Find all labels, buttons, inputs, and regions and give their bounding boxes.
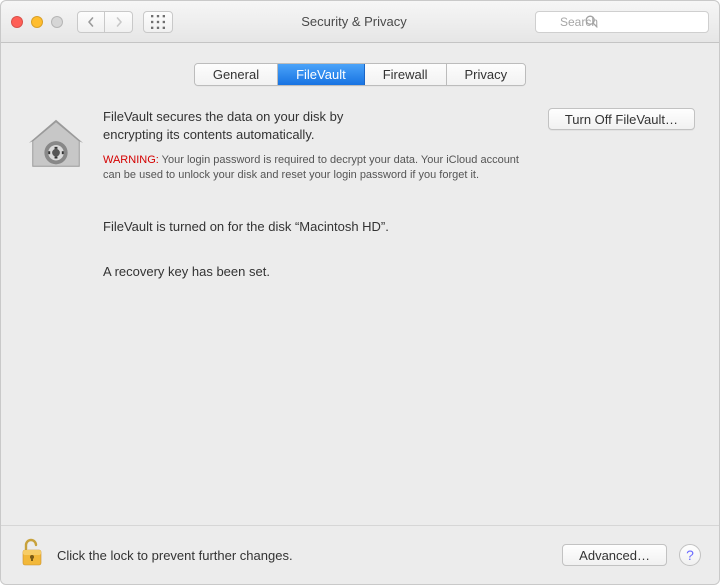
- close-window-button[interactable]: [11, 16, 23, 28]
- filevault-header-row: FileVault secures the data on your disk …: [25, 108, 695, 183]
- description-line1: FileVault secures the data on your disk …: [103, 109, 343, 124]
- window-controls: [11, 16, 63, 28]
- window-title: Security & Privacy: [183, 14, 525, 29]
- lock-icon[interactable]: [19, 538, 45, 573]
- tab-firewall[interactable]: Firewall: [365, 64, 447, 85]
- back-button[interactable]: [77, 11, 105, 33]
- tab-group: General FileVault Firewall Privacy: [194, 63, 526, 86]
- tab-privacy[interactable]: Privacy: [447, 64, 526, 85]
- tab-general[interactable]: General: [195, 64, 278, 85]
- preferences-window: Security & Privacy General FileVault Fir…: [0, 0, 720, 585]
- minimize-window-button[interactable]: [31, 16, 43, 28]
- advanced-button[interactable]: Advanced…: [562, 544, 667, 566]
- tab-filevault[interactable]: FileVault: [278, 64, 365, 85]
- status-disk-text: FileVault is turned on for the disk “Mac…: [103, 219, 695, 234]
- nav-button-group: [77, 11, 133, 33]
- tabs-row: General FileVault Firewall Privacy: [1, 43, 719, 98]
- description-line2: encrypting its contents automatically.: [103, 127, 314, 142]
- chevron-right-icon: [114, 17, 124, 27]
- warning-label: WARNING:: [103, 154, 159, 166]
- footer: Click the lock to prevent further change…: [1, 526, 719, 584]
- zoom-window-button: [51, 16, 63, 28]
- status-block: FileVault is turned on for the disk “Mac…: [103, 219, 695, 279]
- forward-button[interactable]: [105, 11, 133, 33]
- titlebar: Security & Privacy: [1, 1, 719, 43]
- filevault-icon: [25, 108, 87, 179]
- grid-icon: [151, 15, 165, 29]
- chevron-left-icon: [86, 17, 96, 27]
- lock-status-text: Click the lock to prevent further change…: [57, 548, 550, 563]
- status-recovery-text: A recovery key has been set.: [103, 264, 695, 279]
- search-input[interactable]: [535, 11, 709, 33]
- filevault-description: FileVault secures the data on your disk …: [103, 108, 532, 183]
- show-all-button[interactable]: [143, 11, 173, 33]
- content-area: FileVault secures the data on your disk …: [1, 98, 719, 525]
- warning-body: Your login password is required to decry…: [103, 154, 519, 181]
- turn-off-filevault-button[interactable]: Turn Off FileVault…: [548, 108, 695, 130]
- warning-text: WARNING: Your login password is required…: [103, 153, 532, 183]
- help-button[interactable]: ?: [679, 544, 701, 566]
